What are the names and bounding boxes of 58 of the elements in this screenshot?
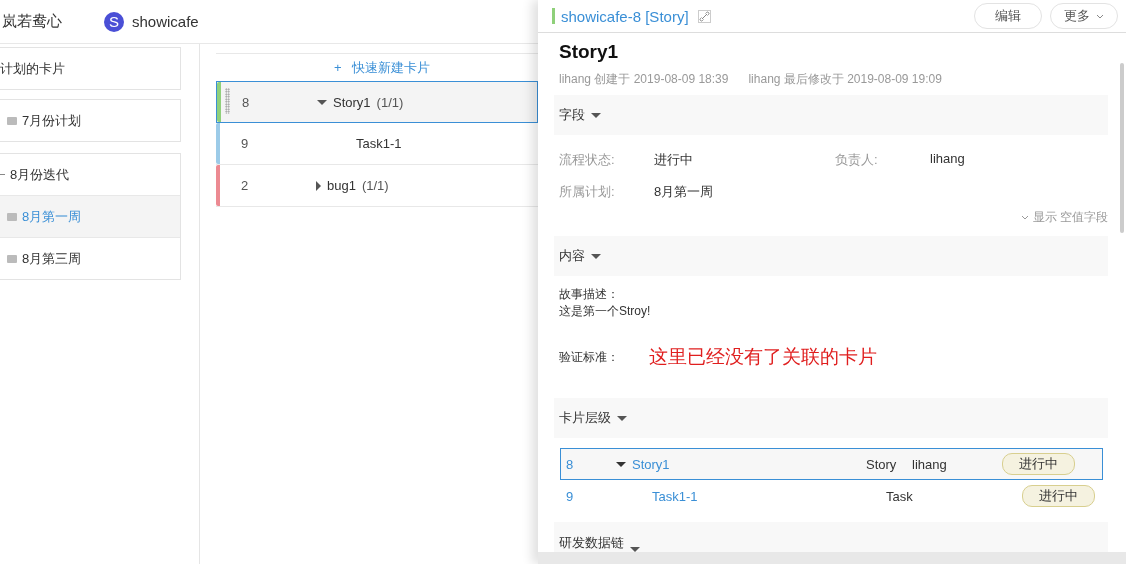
- section-header[interactable]: 字段: [554, 95, 1108, 135]
- section-header[interactable]: 研发数据链: [554, 522, 1108, 552]
- annotation-text: 这里已经没有了关联的卡片: [649, 345, 877, 369]
- card-link[interactable]: Task1-1: [652, 488, 698, 504]
- modified-info: lihang 最后修改于 2019-08-09 19:09: [748, 71, 942, 88]
- project-logo: S: [104, 11, 124, 32]
- project-name[interactable]: showicafe: [132, 13, 199, 30]
- edit-button[interactable]: 编辑: [974, 3, 1042, 29]
- folder-icon: [7, 254, 17, 263]
- card-title: Story1: [558, 41, 620, 63]
- card-id[interactable]: 9: [561, 488, 616, 504]
- more-button[interactable]: 更多: [1050, 3, 1118, 29]
- card-id: 9: [241, 136, 250, 151]
- sidebar-item[interactable]: 计划的卡片: [0, 48, 180, 89]
- section-header[interactable]: 卡片层级: [554, 398, 1108, 438]
- card-id: 8: [242, 94, 251, 110]
- link-icon[interactable]: [697, 9, 711, 23]
- field-value: 8月第一周: [654, 183, 715, 201]
- folder-icon: [7, 116, 17, 125]
- hierarchy-row[interactable]: 8 Story1 Story lihang 进行中: [560, 448, 1103, 480]
- scrollbar-thumb[interactable]: [1120, 63, 1124, 233]
- created-info: lihang 创建于 2019-08-09 18:39: [559, 71, 729, 88]
- hierarchy-row[interactable]: 9 Task1-1 Task 进行中: [560, 480, 1103, 512]
- caret-icon[interactable]: [616, 461, 626, 467]
- caret-icon[interactable]: [317, 99, 327, 105]
- sidebar-item[interactable]: 7月份计划: [0, 100, 180, 141]
- drag-handle-icon[interactable]: [225, 88, 230, 114]
- field-label: 所属计划:: [559, 183, 616, 201]
- field-value: lihang: [930, 151, 966, 168]
- sidebar-item[interactable]: 8月第三周: [0, 238, 180, 279]
- card-title: Story1: [333, 94, 371, 110]
- folder-icon: [7, 212, 17, 221]
- card-key-link[interactable]: showicafe-8 [Story]: [561, 7, 689, 25]
- description-label: 故事描述：: [559, 286, 620, 303]
- card-row[interactable]: 9 Task1-1: [216, 123, 538, 165]
- card-title: Task1-1: [356, 136, 402, 151]
- status-badge: 进行中: [1002, 453, 1075, 475]
- card-count: (1/1): [376, 94, 404, 110]
- caret-icon[interactable]: [316, 180, 321, 191]
- field-value: 进行中: [654, 151, 694, 169]
- card-row[interactable]: 8 Story1 (1/1): [216, 81, 538, 123]
- card-row[interactable]: 2 bug1 (1/1): [216, 165, 538, 207]
- card-type: Task: [886, 488, 914, 504]
- field-label: 流程状态:: [559, 151, 616, 169]
- section-header[interactable]: 内容: [554, 236, 1108, 276]
- chevron-down-icon: [1096, 13, 1104, 19]
- description-text: 这是第一个Stroy!: [559, 303, 652, 320]
- card-title: bug1: [327, 178, 356, 193]
- field-label: 负责人:: [835, 151, 879, 169]
- horizontal-scrollbar[interactable]: [538, 552, 1126, 564]
- card-type: Story: [866, 456, 898, 472]
- card-owner: lihang: [912, 456, 947, 472]
- brand-name: 岚若鸯心: [2, 12, 63, 31]
- acceptance-label: 验证标准：: [559, 348, 619, 366]
- card-id: 2: [241, 178, 250, 193]
- card-count: (1/1): [361, 178, 389, 193]
- chevron-down-icon: [1020, 215, 1029, 221]
- status-badge: 进行中: [1022, 485, 1095, 507]
